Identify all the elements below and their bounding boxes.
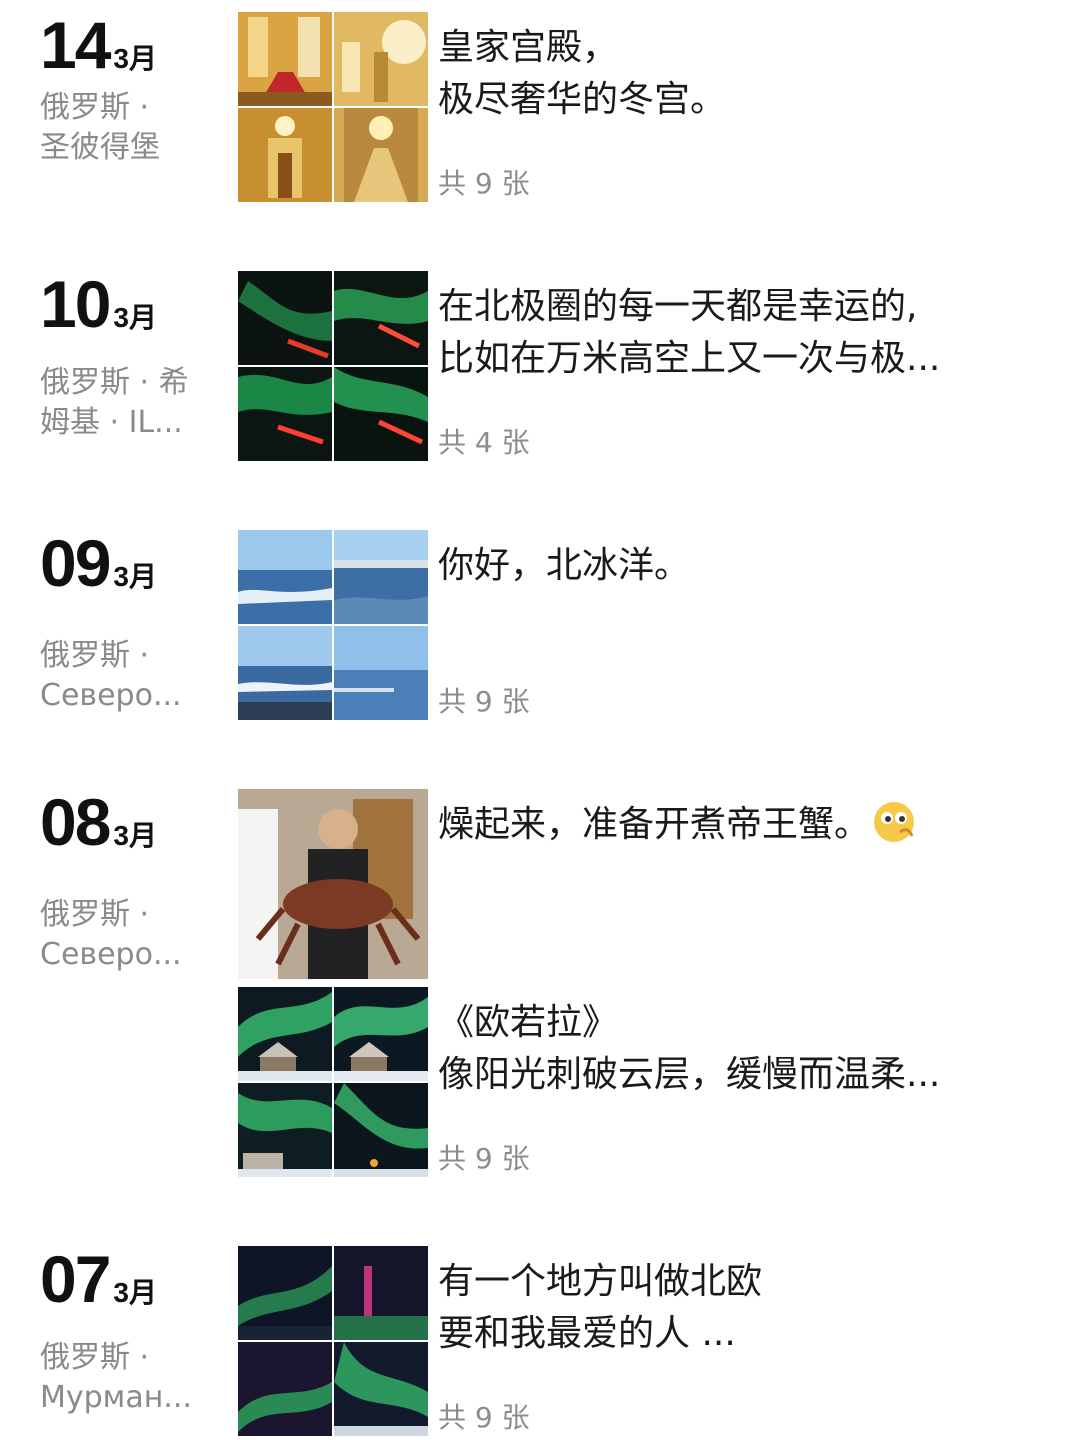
photo-thumbnail[interactable]	[238, 1083, 332, 1177]
photo-thumbnail[interactable]	[334, 367, 428, 461]
entry-location: 俄罗斯 · Северо...	[40, 897, 182, 972]
photo-count: 共 4 张	[438, 426, 530, 459]
entry-date: 14 3月	[40, 8, 157, 82]
entry-location: 俄罗斯 · Мурман...	[40, 1340, 192, 1415]
photo-thumbnail[interactable]	[238, 987, 332, 1081]
photo-thumbnail[interactable]	[238, 626, 332, 720]
entry-date: 10 3月	[40, 267, 157, 341]
photo-count: 共 9 张	[438, 1142, 530, 1175]
post-caption[interactable]: 皇家宫殿， 极尽奢华的冬宫。	[438, 22, 1018, 126]
photo-thumbnail[interactable]	[238, 789, 428, 979]
photo-grid[interactable]	[238, 1246, 428, 1436]
photo-thumbnail[interactable]	[238, 271, 332, 365]
entry-location: 俄罗斯 · 希姆基 · IL...	[40, 365, 189, 440]
photo-grid[interactable]	[238, 271, 428, 461]
photo-thumbnail[interactable]	[238, 367, 332, 461]
photo-thumbnail[interactable]	[238, 530, 332, 624]
post-caption[interactable]: 《欧若拉》 像阳光刺破云层，缓慢而温柔...	[438, 997, 1018, 1101]
photo-count: 共 9 张	[438, 167, 530, 200]
post-caption[interactable]: 燥起来，准备开煮帝王蟹。	[438, 799, 1018, 851]
post-caption[interactable]: 你好，北冰洋。	[438, 540, 1018, 592]
photo-grid[interactable]	[238, 530, 428, 720]
photo-grid[interactable]	[238, 12, 428, 202]
photo-thumbnail[interactable]	[334, 1246, 428, 1340]
post-caption[interactable]: 在北极圈的每一天都是幸运的, 比如在万米高空上又一次与极...	[438, 281, 1018, 385]
entry-date: 07 3月	[40, 1242, 157, 1316]
photo-thumbnail[interactable]	[238, 108, 332, 202]
entry-location: 俄罗斯 · Северо...	[40, 638, 182, 713]
photo-thumbnail[interactable]	[238, 1246, 332, 1340]
photo-count: 共 9 张	[438, 685, 530, 718]
photo-thumbnail[interactable]	[334, 626, 428, 720]
photo-thumbnail[interactable]	[334, 1083, 428, 1177]
photo-thumbnail[interactable]	[238, 12, 332, 106]
photo-thumbnail[interactable]	[238, 1342, 332, 1436]
photo-thumbnail[interactable]	[334, 108, 428, 202]
photo-thumbnail[interactable]	[334, 530, 428, 624]
photo-thumbnail[interactable]	[334, 1342, 428, 1436]
entry-date: 08 3月	[40, 785, 157, 859]
post-caption[interactable]: 有一个地方叫做北欧 要和我最爱的人 ...	[438, 1256, 1018, 1360]
photo-thumbnail[interactable]	[334, 987, 428, 1081]
photo-thumbnail[interactable]	[334, 12, 428, 106]
photo-thumbnail[interactable]	[334, 271, 428, 365]
photo-grid[interactable]	[238, 987, 428, 1177]
thinking-face-emoji	[870, 799, 918, 846]
photo-count: 共 9 张	[438, 1401, 530, 1434]
entry-date: 09 3月	[40, 526, 157, 600]
entry-location: 俄罗斯 · 圣彼得堡	[40, 90, 160, 165]
